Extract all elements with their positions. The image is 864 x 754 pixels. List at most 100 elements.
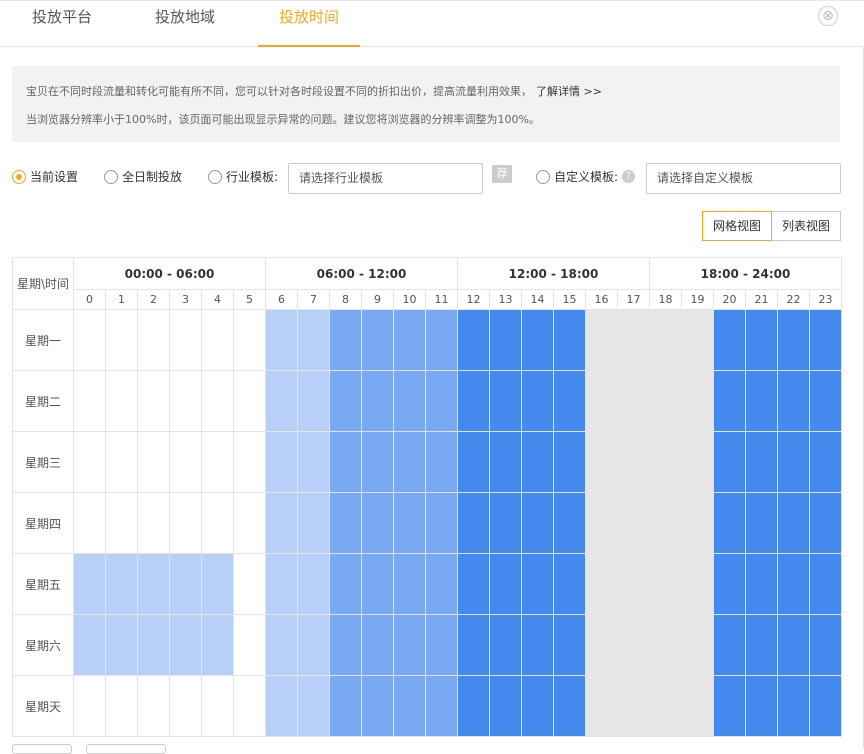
schedule-cell[interactable] [361,614,394,676]
schedule-cell[interactable] [297,431,330,493]
schedule-cell[interactable] [329,553,362,615]
schedule-cell[interactable] [425,370,458,432]
schedule-cell[interactable] [361,431,394,493]
schedule-cell[interactable] [361,309,394,371]
schedule-cell[interactable] [457,431,490,493]
schedule-cell[interactable] [809,431,842,493]
hour-header[interactable]: 15 [553,289,586,310]
schedule-cell[interactable] [457,675,490,737]
schedule-cell[interactable] [745,370,778,432]
option-industry[interactable]: 行业模板: [208,168,278,185]
schedule-cell[interactable] [777,431,810,493]
schedule-cell[interactable] [393,614,426,676]
schedule-cell[interactable] [681,614,714,676]
option-allday[interactable]: 全日制投放 [104,168,182,185]
hour-header[interactable]: 21 [745,289,778,310]
custom-template-select[interactable]: 请选择自定义模板 [646,163,841,194]
schedule-cell[interactable] [169,431,202,493]
day-label[interactable]: 星期天 [12,675,74,737]
hour-header[interactable]: 10 [393,289,426,310]
schedule-cell[interactable] [713,431,746,493]
schedule-cell[interactable] [105,675,138,737]
schedule-cell[interactable] [265,431,298,493]
schedule-cell[interactable] [233,370,266,432]
schedule-cell[interactable] [585,553,618,615]
schedule-cell[interactable] [361,553,394,615]
footer-button-1[interactable] [12,744,72,754]
footer-button-2[interactable] [86,744,166,754]
schedule-cell[interactable] [809,370,842,432]
schedule-cell[interactable] [777,370,810,432]
hour-header[interactable]: 13 [489,289,522,310]
schedule-cell[interactable] [617,431,650,493]
schedule-cell[interactable] [393,431,426,493]
schedule-cell[interactable] [297,675,330,737]
schedule-cell[interactable] [393,492,426,554]
schedule-cell[interactable] [297,370,330,432]
schedule-cell[interactable] [553,614,586,676]
schedule-cell[interactable] [617,675,650,737]
schedule-cell[interactable] [393,675,426,737]
hour-header[interactable]: 23 [809,289,842,310]
schedule-cell[interactable] [329,431,362,493]
hour-header[interactable]: 8 [329,289,362,310]
schedule-cell[interactable] [137,553,170,615]
schedule-cell[interactable] [105,492,138,554]
schedule-cell[interactable] [137,431,170,493]
tab-platform[interactable]: 投放平台 [32,6,92,46]
schedule-cell[interactable] [553,309,586,371]
radio-custom[interactable] [536,169,550,184]
schedule-cell[interactable] [521,553,554,615]
day-label[interactable]: 星期五 [12,553,74,615]
schedule-cell[interactable] [233,492,266,554]
schedule-cell[interactable] [617,614,650,676]
schedule-cell[interactable] [553,492,586,554]
schedule-cell[interactable] [585,675,618,737]
schedule-cell[interactable] [201,370,234,432]
schedule-cell[interactable] [585,309,618,371]
schedule-cell[interactable] [617,309,650,371]
schedule-cell[interactable] [489,431,522,493]
industry-template-select[interactable]: 请选择行业模板 [288,163,483,194]
schedule-cell[interactable] [553,553,586,615]
schedule-cell[interactable] [777,614,810,676]
schedule-cell[interactable] [457,492,490,554]
schedule-cell[interactable] [617,492,650,554]
schedule-cell[interactable] [233,431,266,493]
schedule-cell[interactable] [713,553,746,615]
schedule-cell[interactable] [457,614,490,676]
schedule-cell[interactable] [73,614,106,676]
schedule-cell[interactable] [777,675,810,737]
schedule-cell[interactable] [265,675,298,737]
schedule-cell[interactable] [201,553,234,615]
schedule-cell[interactable] [233,553,266,615]
schedule-cell[interactable] [617,370,650,432]
schedule-cell[interactable] [361,370,394,432]
hour-header[interactable]: 18 [649,289,682,310]
close-icon[interactable]: ⊗ [818,6,838,26]
schedule-cell[interactable] [393,553,426,615]
schedule-cell[interactable] [137,370,170,432]
list-view-button[interactable]: 列表视图 [771,211,841,241]
schedule-cell[interactable] [425,675,458,737]
schedule-cell[interactable] [489,309,522,371]
schedule-cell[interactable] [361,675,394,737]
schedule-cell[interactable] [73,675,106,737]
schedule-cell[interactable] [489,370,522,432]
schedule-cell[interactable] [297,492,330,554]
schedule-cell[interactable] [425,492,458,554]
schedule-cell[interactable] [489,675,522,737]
recommend-badge[interactable]: 荐 [492,165,512,183]
schedule-cell[interactable] [169,553,202,615]
hour-header[interactable]: 17 [617,289,650,310]
schedule-cell[interactable] [457,553,490,615]
hour-header[interactable]: 3 [169,289,202,310]
tab-region[interactable]: 投放地域 [155,6,215,46]
schedule-cell[interactable] [585,370,618,432]
schedule-cell[interactable] [457,370,490,432]
schedule-cell[interactable] [489,614,522,676]
schedule-cell[interactable] [393,309,426,371]
schedule-cell[interactable] [201,309,234,371]
schedule-cell[interactable] [681,309,714,371]
schedule-cell[interactable] [713,309,746,371]
